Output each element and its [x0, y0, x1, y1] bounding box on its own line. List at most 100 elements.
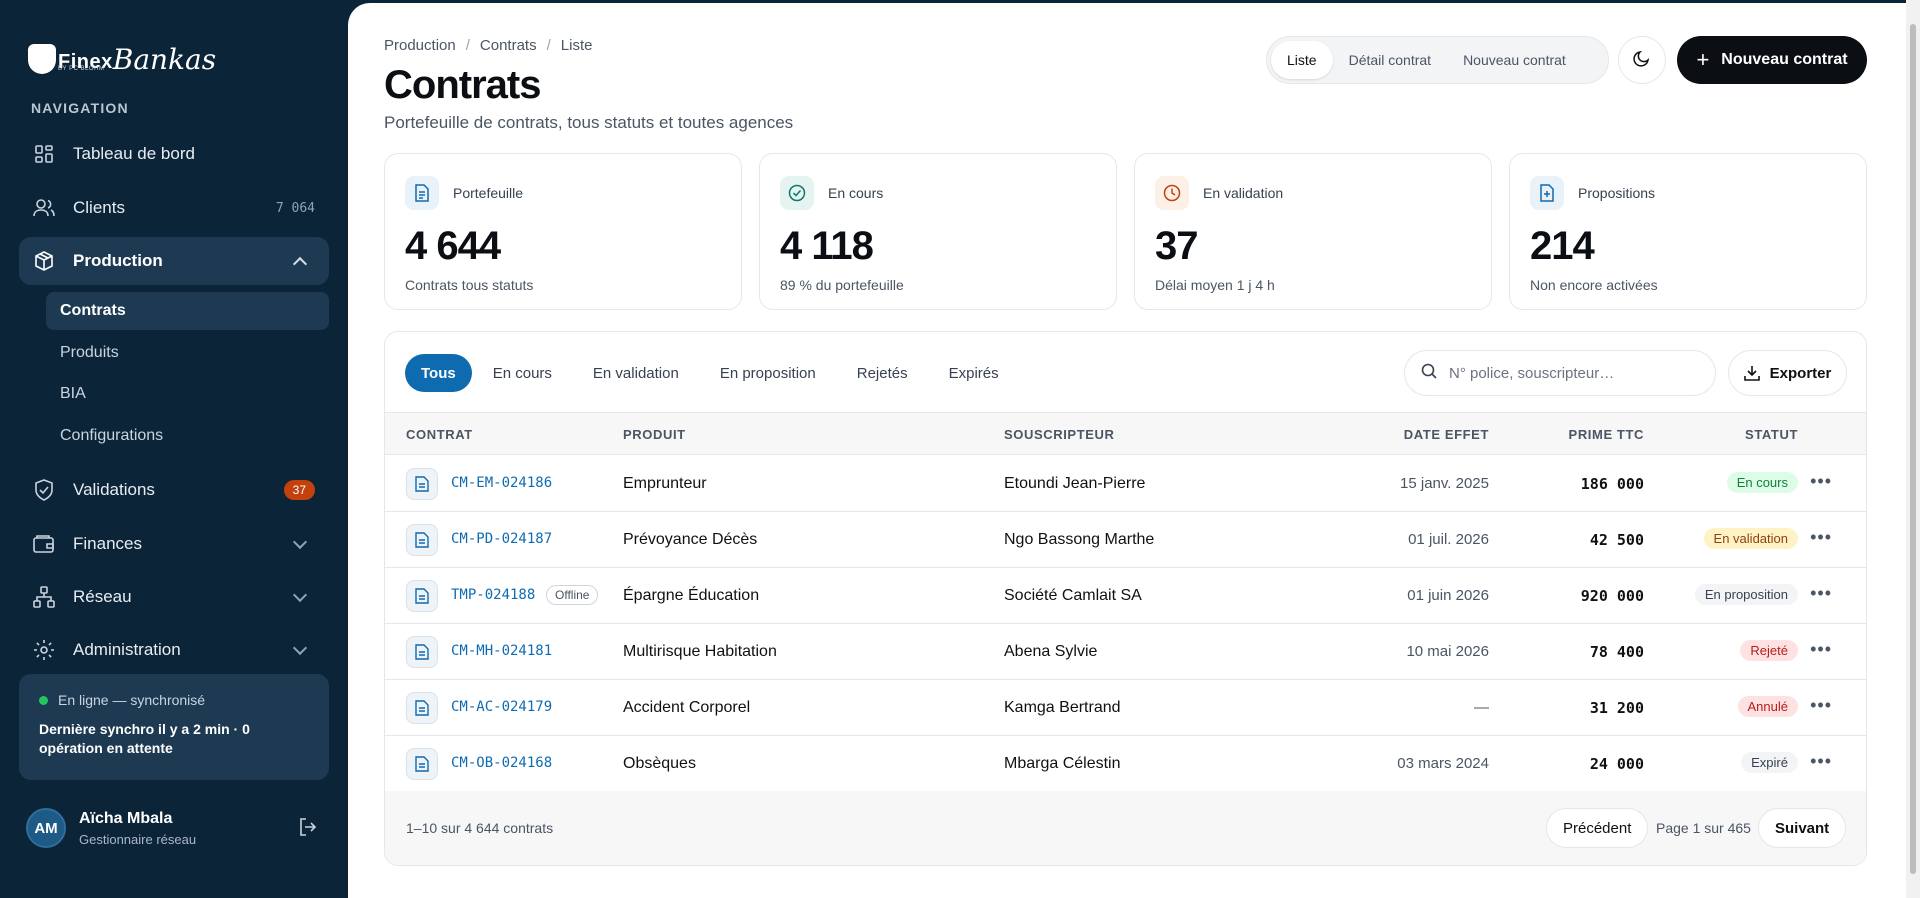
scrollbar-thumb[interactable] [1910, 24, 1916, 874]
search-box [1404, 350, 1716, 396]
status-badge: Rejeté [1740, 640, 1798, 661]
chevron-up-icon [292, 256, 308, 271]
stat-card-propositions[interactable]: Propositions 214 Non encore activées [1509, 153, 1867, 310]
premium-cell: 24 000 [1589, 755, 1644, 773]
nav-label: Réseau [73, 587, 132, 606]
nav-item-administration[interactable]: Administration [19, 626, 329, 674]
col-date-effet[interactable]: DATE EFFET [1404, 427, 1489, 442]
table-header: CONTRAT PRODUIT SOUSCRIPTEUR DATE EFFET … [385, 412, 1866, 455]
contract-code-link[interactable]: CM-PD-024187 [451, 531, 552, 547]
clients-count: 7 064 [275, 200, 315, 216]
user-profile[interactable]: AM Aïcha Mbala Gestionnaire réseau [26, 806, 326, 850]
table-row[interactable]: CM-MH-024181 Multirisque Habitation Abena … [385, 624, 1866, 680]
chevron-down-icon [292, 534, 308, 549]
offline-badge: Offline [546, 585, 599, 605]
validations-badge: 37 [283, 480, 315, 500]
tab-en-cours[interactable]: En cours [473, 354, 572, 392]
user-name: Aïcha Mbala [79, 809, 173, 827]
stat-label: Propositions [1578, 185, 1656, 201]
sync-status: En ligne — synchronisé [39, 692, 309, 708]
tab-en-proposition[interactable]: En proposition [700, 354, 836, 392]
subscriber-cell: Ngo Bassong Marthe [1004, 531, 1155, 548]
table-row[interactable]: CM-PD-024187 Prévoyance Décès Ngo Bassong … [385, 512, 1866, 568]
effective-date-cell: 10 mai 2026 [1406, 643, 1489, 660]
tab-rejetes[interactable]: Rejetés [837, 354, 928, 392]
more-actions-icon[interactable]: ••• [1810, 527, 1832, 548]
nav-item-production[interactable]: Production [19, 237, 329, 285]
contract-code-link[interactable]: CM-MH-024181 [451, 643, 552, 659]
previous-page-button[interactable]: Précédent [1546, 808, 1649, 848]
more-actions-icon[interactable]: ••• [1810, 471, 1832, 492]
sub-item-contrats[interactable]: Contrats [46, 292, 329, 330]
network-icon [33, 586, 55, 608]
stat-note: Non encore activées [1530, 277, 1658, 293]
document-icon [406, 636, 438, 668]
more-actions-icon[interactable]: ••• [1810, 639, 1832, 660]
tab-en-validation[interactable]: En validation [573, 354, 699, 392]
sub-item-configurations[interactable]: Configurations [46, 417, 329, 455]
contract-code-link[interactable]: CM-OB-024168 [451, 755, 552, 771]
theme-toggle-button[interactable] [1618, 36, 1666, 84]
logout-icon[interactable] [298, 817, 320, 839]
more-actions-icon[interactable]: ••• [1810, 751, 1832, 772]
view-liste[interactable]: Liste [1271, 41, 1333, 79]
breadcrumb-production[interactable]: Production [384, 37, 456, 54]
stat-value: 214 [1530, 224, 1595, 268]
contract-code-link[interactable]: TMP-024188 [451, 587, 535, 603]
brand-logo[interactable]: Finex Bankas BY PC BLOHM [28, 30, 216, 74]
export-button[interactable]: Exporter [1728, 350, 1847, 396]
table-row[interactable]: CM-OB-024168 Obsèques Mbarga Célestin 03 ma… [385, 736, 1866, 792]
sub-item-bia[interactable]: BIA [46, 375, 329, 413]
table-row[interactable]: CM-AC-024179 Accident Corporel Kamga Bertr… [385, 680, 1866, 736]
subscriber-cell: Kamga Bertrand [1004, 699, 1121, 716]
col-contrat[interactable]: CONTRAT [406, 427, 473, 442]
new-contract-button[interactable]: + Nouveau contrat [1677, 36, 1867, 84]
nav-item-finances[interactable]: Finances [19, 520, 329, 568]
breadcrumb-contrats[interactable]: Contrats [480, 37, 537, 54]
page-scrollbar[interactable] [1906, 0, 1920, 898]
nav-item-dashboard[interactable]: Tableau de bord [19, 130, 329, 178]
nav-item-reseau[interactable]: Réseau [19, 573, 329, 621]
tab-tous[interactable]: Tous [405, 354, 472, 392]
effective-date-cell: 03 mars 2024 [1397, 755, 1489, 772]
result-count: 1–10 sur 4 644 contrats [406, 820, 554, 836]
table-row[interactable]: CM-EM-024186 Emprunteur Etoundi Jean-Pierr… [385, 456, 1866, 512]
stat-card-en-cours[interactable]: En cours 4 118 89 % du portefeuille [759, 153, 1117, 310]
nav-heading: NAVIGATION [31, 100, 129, 116]
table-footer: 1–10 sur 4 644 contrats Précédent Page 1… [385, 791, 1866, 865]
product-cell: Épargne Éducation [623, 587, 760, 604]
stat-value: 4 118 [780, 224, 874, 268]
stat-label: Portefeuille [453, 185, 524, 201]
stat-label: En validation [1203, 185, 1284, 201]
stat-card-portefeuille[interactable]: Portefeuille 4 644 Contrats tous statuts [384, 153, 742, 310]
search-icon [1421, 363, 1437, 384]
users-icon [33, 197, 55, 219]
stat-card-en-validation[interactable]: En validation 37 Délai moyen 1 j 4 h [1134, 153, 1492, 310]
sync-status-text: En ligne — synchronisé [58, 692, 206, 708]
nav-item-clients[interactable]: Clients 7 064 [19, 184, 329, 232]
nav-item-validations[interactable]: Validations 37 [19, 466, 329, 514]
more-actions-icon[interactable]: ••• [1810, 695, 1832, 716]
user-role: Gestionnaire réseau [79, 831, 197, 847]
contract-code-link[interactable]: CM-EM-024186 [451, 475, 552, 491]
nav-label: Administration [73, 640, 181, 659]
contract-code-link[interactable]: CM-AC-024179 [451, 699, 552, 715]
view-nouveau-contrat[interactable]: Nouveau contrat [1447, 41, 1582, 79]
col-statut[interactable]: STATUT [1745, 427, 1798, 442]
document-icon [406, 692, 438, 724]
next-page-button[interactable]: Suivant [1758, 808, 1847, 848]
nav-label: Validations [73, 480, 155, 499]
col-souscripteur[interactable]: SOUSCRIPTEUR [1004, 427, 1115, 442]
view-detail-contrat[interactable]: Détail contrat [1333, 41, 1447, 79]
search-input[interactable] [1449, 364, 1699, 382]
table-row[interactable]: TMP-024188 Offline Épargne Éducation Sociét… [385, 568, 1866, 624]
tab-expires[interactable]: Expirés [929, 354, 1019, 392]
col-produit[interactable]: PRODUIT [623, 427, 686, 442]
sub-item-produits[interactable]: Produits [46, 334, 329, 372]
status-badge: En cours [1726, 472, 1798, 493]
status-badge: En proposition [1694, 584, 1798, 605]
more-actions-icon[interactable]: ••• [1810, 583, 1832, 604]
col-prime-ttc[interactable]: PRIME TTC [1569, 427, 1644, 442]
page-title: Contrats [384, 63, 541, 107]
export-label: Exporter [1769, 364, 1832, 382]
